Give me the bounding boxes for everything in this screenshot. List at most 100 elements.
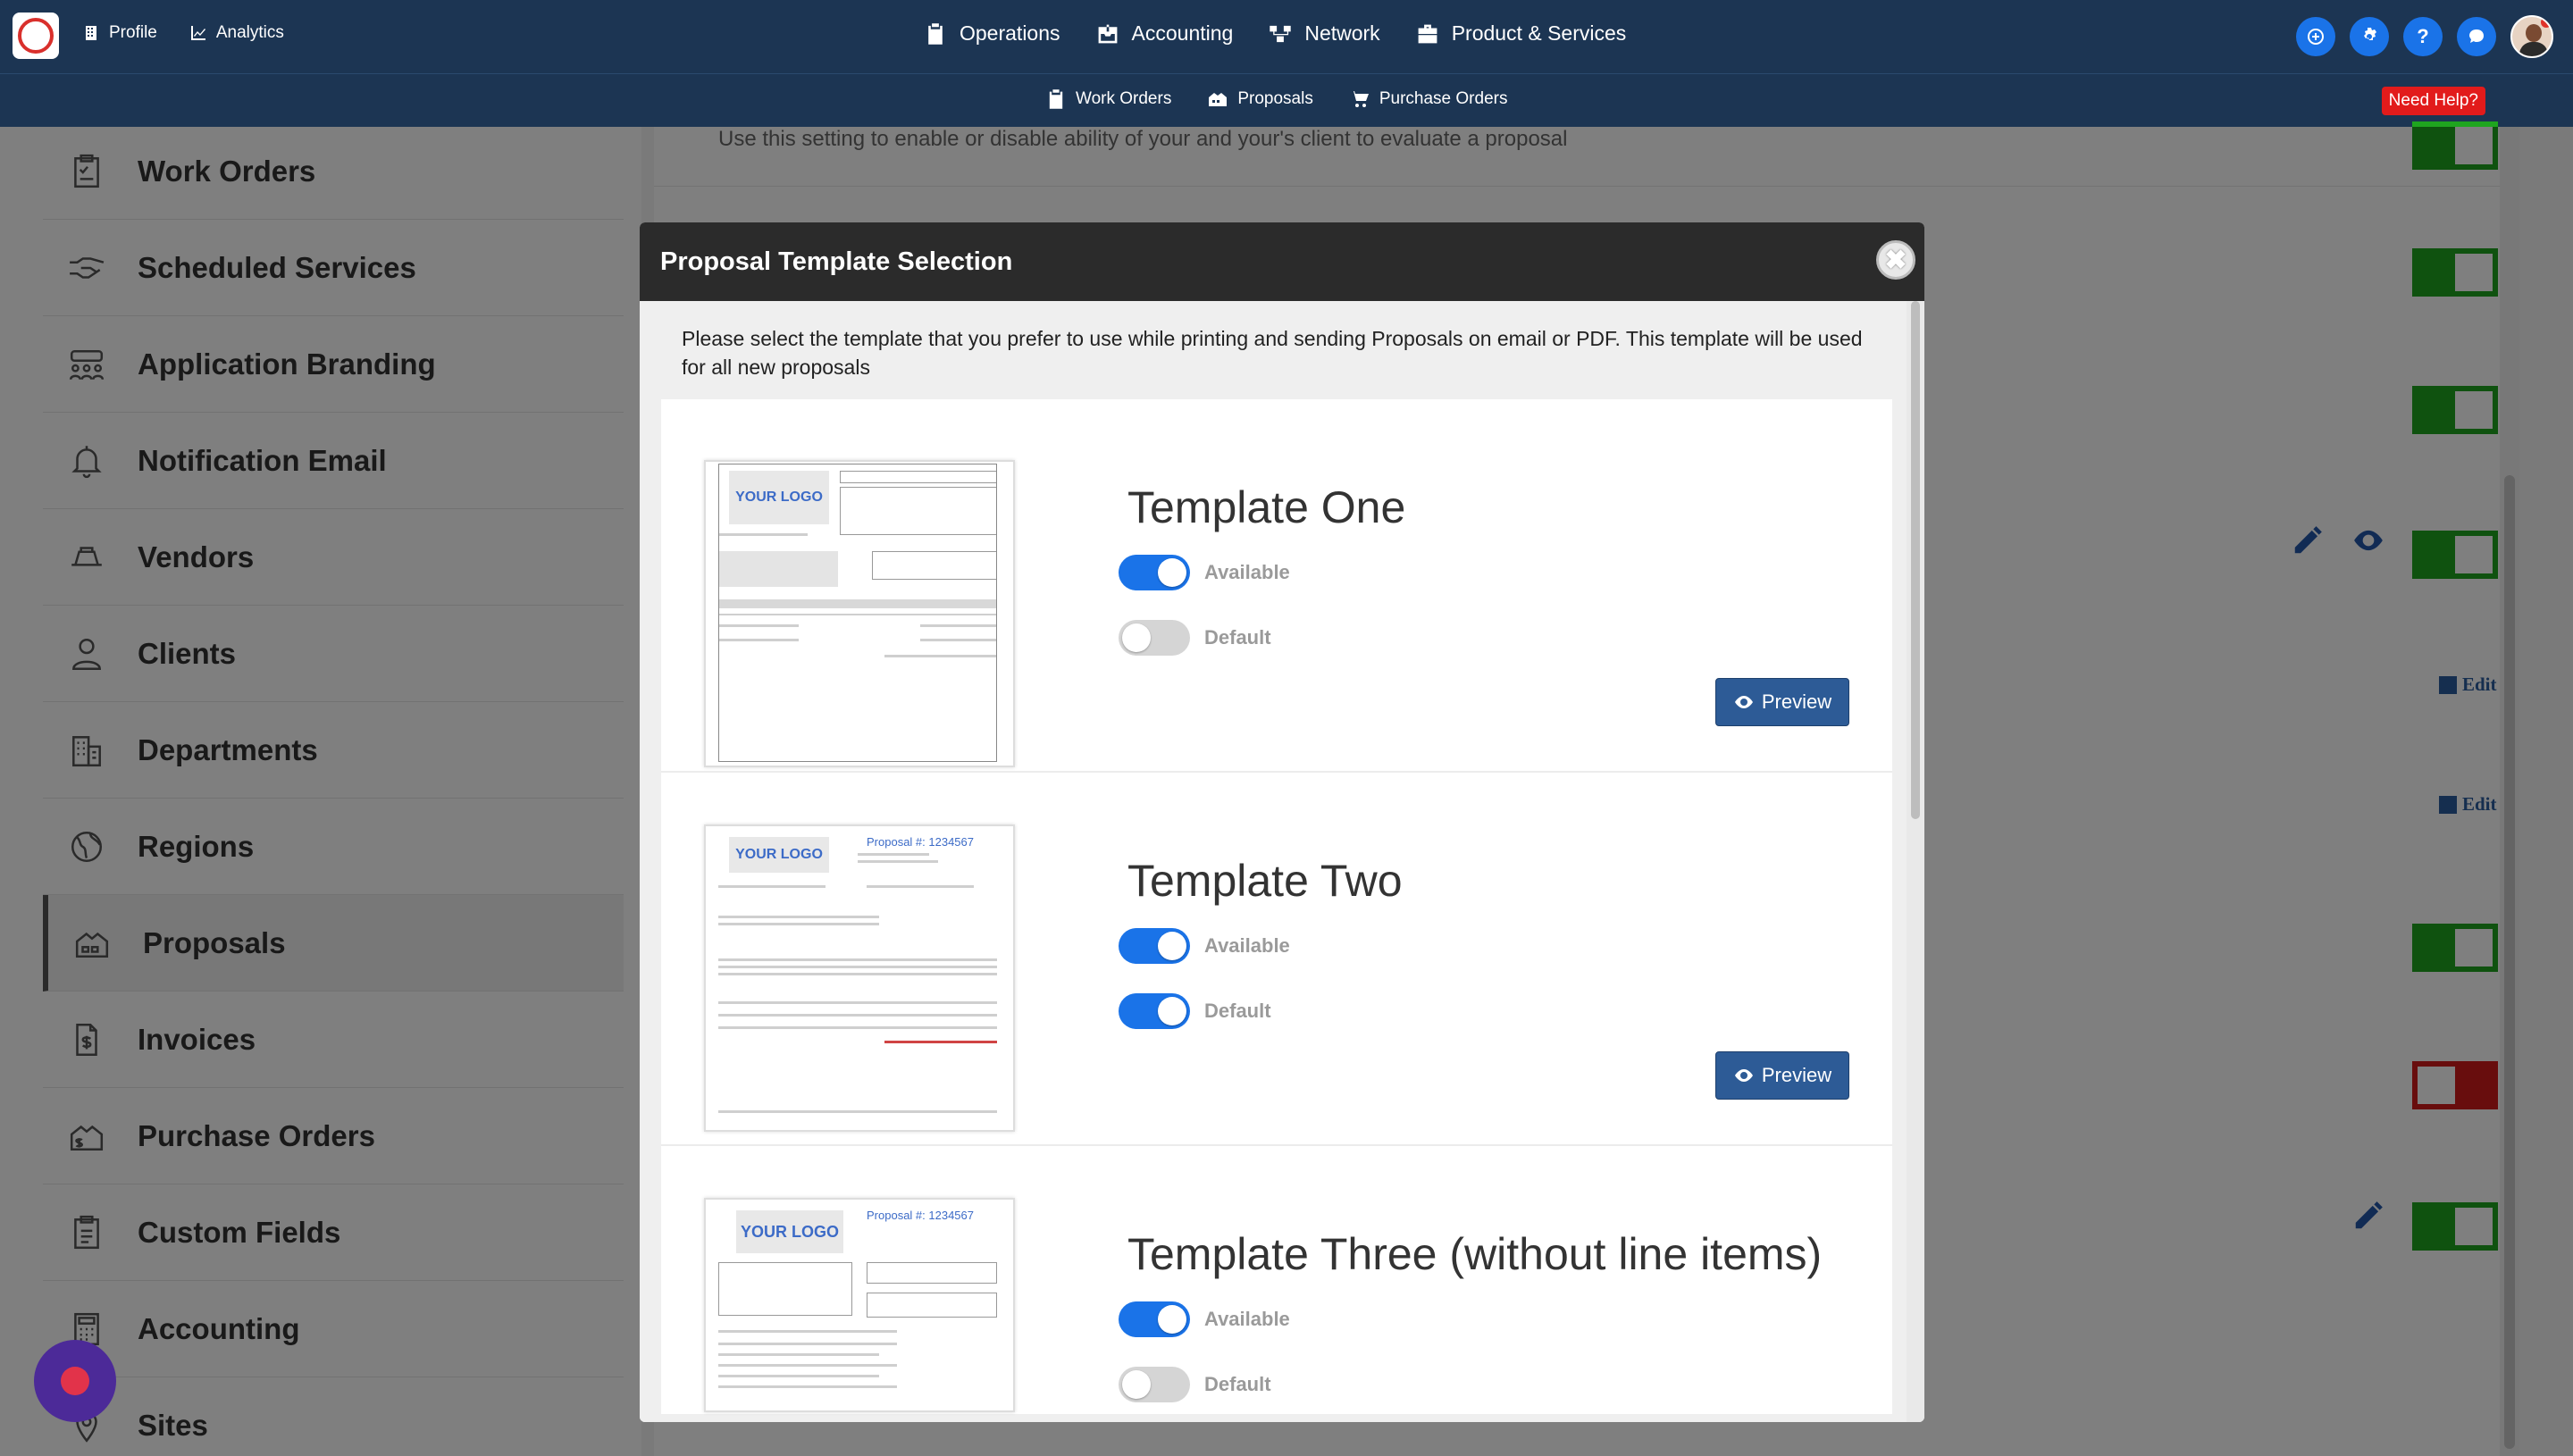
thumbnail-line (718, 966, 997, 968)
default-label: Default (1204, 626, 1271, 649)
template-thumbnail[interactable]: YOUR LOGO Proposal #: 1234567 (704, 1198, 1015, 1412)
modal-header: Proposal Template Selection ✖ (640, 222, 1924, 301)
company-logo[interactable] (13, 13, 59, 59)
nav-product-services-label: Product & Services (1451, 21, 1627, 45)
eye-icon (1734, 1069, 1753, 1082)
available-toggle-row: Available (1119, 928, 1290, 964)
toggle-knob (1158, 1305, 1186, 1334)
thumbnail-line (718, 1385, 897, 1388)
thumbnail-line (867, 885, 974, 888)
sub-navbar: Work Orders Proposals Purchase Orders Ne… (0, 73, 2573, 127)
network-icon (1270, 25, 1292, 42)
toggle-knob (1158, 997, 1186, 1025)
available-toggle[interactable] (1119, 1301, 1190, 1337)
nav-profile-label: Profile (109, 23, 157, 42)
template-list: YOUR LOGO Template One Available Default… (661, 399, 1892, 1414)
plus-circle-icon (2307, 29, 2324, 45)
proposal-template-modal: Proposal Template Selection ✖ Please sel… (640, 222, 1924, 1422)
available-label: Available (1204, 934, 1290, 957)
help-button[interactable]: ? (2403, 17, 2443, 56)
help-icon: ? (2417, 25, 2429, 47)
default-toggle-row: Default (1119, 993, 1271, 1029)
nav-operations-label: Operations (960, 21, 1060, 45)
chart-icon (190, 26, 205, 40)
thumbnail-line (718, 885, 826, 888)
thumbnail-line (718, 1110, 997, 1113)
floating-chat-button[interactable] (34, 1340, 116, 1422)
modal-scrollbar-thumb[interactable] (1911, 301, 1920, 819)
thumbnail-logo: YOUR LOGO (729, 837, 829, 873)
default-toggle[interactable] (1119, 1367, 1190, 1402)
default-toggle-row: Default (1119, 620, 1271, 656)
user-avatar[interactable] (2510, 15, 2553, 58)
available-toggle-row: Available (1119, 555, 1290, 590)
template-thumbnail[interactable]: YOUR LOGO (704, 460, 1015, 767)
toggle-knob (1122, 1370, 1151, 1399)
preview-button[interactable]: Preview (1715, 1051, 1849, 1100)
subnav-proposals[interactable]: Proposals (1207, 88, 1313, 110)
proposal-icon (1209, 93, 1228, 106)
avatar-head (2526, 24, 2542, 42)
modal-scrollbar[interactable] (1907, 301, 1924, 1422)
toggle-knob (1122, 623, 1151, 652)
thumbnail-line (718, 1375, 879, 1377)
nav-network[interactable]: Network (1269, 21, 1380, 46)
nav-analytics[interactable]: Analytics (189, 23, 284, 43)
subnav-work-orders-label: Work Orders (1076, 89, 1172, 108)
add-button[interactable] (2296, 17, 2335, 56)
thumbnail-line (718, 1343, 897, 1345)
toggle-knob (1158, 558, 1186, 587)
chat-button[interactable] (2457, 17, 2496, 56)
thumbnail-line (718, 973, 997, 975)
default-toggle[interactable] (1119, 620, 1190, 656)
need-help-button[interactable]: Need Help? (2381, 87, 2485, 115)
clipboard-icon (1049, 89, 1063, 109)
available-label: Available (1204, 561, 1290, 583)
default-toggle-row: Default (1119, 1367, 1271, 1402)
thumbnail-line (718, 1330, 897, 1333)
close-icon: ✖ (1884, 245, 1907, 275)
template-card: YOUR LOGO Template One Available Default… (661, 399, 1892, 773)
preview-button[interactable]: Preview (1715, 678, 1849, 726)
default-toggle[interactable] (1119, 993, 1190, 1029)
settings-button[interactable] (2350, 17, 2389, 56)
default-label: Default (1204, 1000, 1271, 1022)
toggle-knob (1158, 932, 1186, 960)
available-toggle[interactable] (1119, 928, 1190, 964)
logo-ring (18, 18, 54, 54)
template-card: YOUR LOGO Proposal #: 1234567 Template T… (661, 773, 1892, 1146)
top-navbar: Profile Analytics Operations Accounting … (0, 0, 2573, 73)
gear-icon (2364, 28, 2376, 40)
available-toggle[interactable] (1119, 555, 1190, 590)
thumbnail-frame (718, 464, 997, 762)
thumbnail-line (858, 853, 929, 856)
avatar-body (2519, 42, 2548, 56)
nav-product-services[interactable]: Product & Services (1416, 21, 1627, 46)
cart-icon (1349, 91, 1369, 107)
template-thumbnail[interactable]: YOUR LOGO Proposal #: 1234567 (704, 824, 1015, 1132)
thumbnail-logo: YOUR LOGO (736, 1210, 843, 1253)
close-button[interactable]: ✖ (1876, 240, 1915, 280)
clipboard-icon (928, 22, 943, 45)
thumbnail-line (884, 1041, 997, 1043)
nav-accounting[interactable]: Accounting (1096, 21, 1234, 46)
modal-description: Please select the template that you pref… (682, 327, 1863, 379)
template-name: Template One (1127, 482, 1406, 532)
available-toggle-row: Available (1119, 1301, 1290, 1337)
building-icon (86, 26, 96, 40)
thumbnail-line (718, 1014, 997, 1017)
thumbnail-line (718, 1001, 997, 1004)
nav-operations[interactable]: Operations (924, 21, 1060, 46)
default-label: Default (1204, 1373, 1271, 1395)
thumbnail-line (718, 1026, 997, 1029)
thumbnail-line (718, 916, 879, 918)
subnav-purchase-orders-label: Purchase Orders (1379, 89, 1508, 108)
nav-profile[interactable]: Profile (82, 23, 157, 43)
subnav-proposals-label: Proposals (1237, 89, 1313, 108)
subnav-purchase-orders[interactable]: Purchase Orders (1349, 88, 1508, 110)
preview-label: Preview (1761, 1064, 1832, 1086)
nav-accounting-label: Accounting (1131, 21, 1234, 45)
subnav-work-orders[interactable]: Work Orders (1045, 88, 1171, 110)
notification-dot (2541, 17, 2552, 28)
thumbnail-line (718, 1364, 897, 1367)
